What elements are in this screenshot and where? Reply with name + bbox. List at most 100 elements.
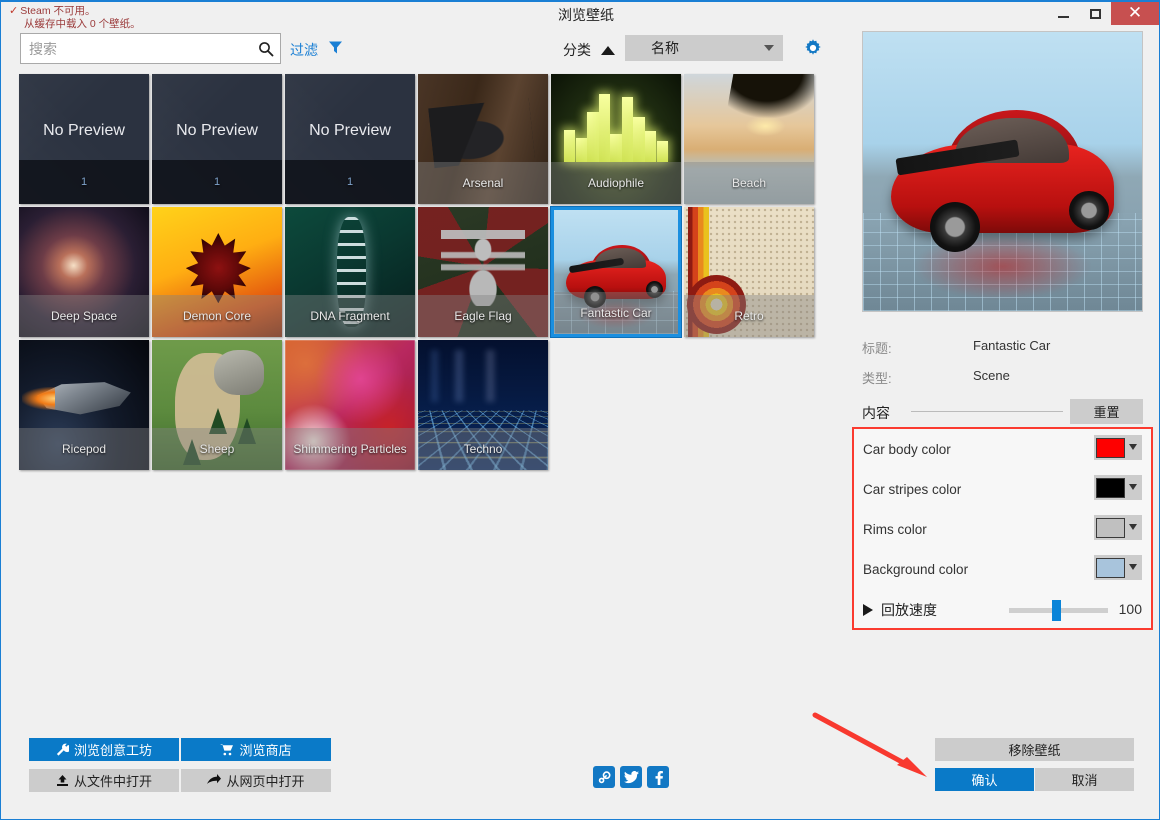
wallpaper-tile[interactable]: No Preview1	[285, 74, 415, 204]
wallpaper-tile[interactable]: Retro	[684, 207, 814, 337]
gear-icon[interactable]	[803, 38, 823, 63]
search-icon[interactable]	[252, 41, 280, 57]
tile-caption-band: Fantastic Car	[554, 292, 678, 334]
wallpaper-tile[interactable]: Techno	[418, 340, 548, 470]
twitter-icon[interactable]	[620, 766, 642, 788]
chevron-down-icon	[1129, 484, 1137, 490]
open-from-file-button[interactable]: 从文件中打开	[29, 769, 179, 792]
expand-triangle-icon[interactable]	[863, 604, 873, 616]
playback-speed-value: 100	[1119, 601, 1142, 617]
property-label: Background color	[863, 562, 968, 577]
open-from-file-label: 从文件中打开	[74, 771, 152, 790]
wallpaper-tile[interactable]: Ricepod	[19, 340, 149, 470]
color-picker-button[interactable]	[1094, 435, 1142, 460]
type-field-label: 类型:	[862, 368, 892, 387]
tile-caption-band: Beach	[684, 162, 814, 204]
tile-caption: Fantastic Car	[577, 306, 654, 320]
color-picker-button[interactable]	[1094, 475, 1142, 500]
social-links	[593, 766, 669, 788]
browse-store-label: 浏览商店	[239, 740, 291, 759]
properties-panel: Car body color Car stripes color Rims colo…	[852, 427, 1153, 630]
chevron-down-icon	[1129, 524, 1137, 530]
tile-caption: 1	[211, 176, 223, 188]
wallpaper-tile[interactable]: No Preview 1	[152, 74, 282, 204]
sort-field-dropdown[interactable]: 名称	[625, 35, 783, 61]
chevron-down-icon	[1129, 564, 1137, 570]
wallpaper-tile[interactable]: Fantastic Car	[551, 207, 681, 337]
wallpaper-tile[interactable]: Deep Space	[19, 207, 149, 337]
chevron-down-icon	[1129, 444, 1137, 450]
no-preview-text: No Preview	[19, 122, 149, 140]
minimize-button[interactable]	[1047, 2, 1079, 25]
wallpaper-tile[interactable]: Arsenal	[418, 74, 548, 204]
browse-workshop-label: 浏览创意工坊	[74, 740, 152, 759]
property-row: Car stripes color	[854, 469, 1151, 509]
tile-caption: Sheep	[197, 442, 238, 456]
close-button[interactable]: ✕	[1111, 2, 1159, 25]
no-preview-text: No Preview	[152, 122, 282, 140]
steam-icon[interactable]	[593, 766, 615, 788]
color-picker-button[interactable]	[1094, 555, 1142, 580]
color-swatch	[1096, 558, 1125, 578]
property-row: Car body color	[854, 429, 1151, 469]
tile-caption-band: Ricepod	[19, 428, 149, 470]
preview-artwork	[863, 32, 1142, 311]
tile-caption-band: Eagle Flag	[418, 295, 548, 337]
tile-caption: Techno	[461, 442, 506, 456]
search-box[interactable]	[20, 33, 281, 64]
wallpaper-tile[interactable]: No Preview1	[19, 74, 149, 204]
tile-caption: Beach	[729, 176, 769, 190]
steam-status-line1-prefix: Steam	[20, 5, 50, 17]
filter-funnel-icon[interactable]	[328, 40, 343, 60]
wallpaper-tile[interactable]: Demon Core	[152, 207, 282, 337]
wallpaper-tile[interactable]: Audiophile	[551, 74, 681, 204]
color-picker-button[interactable]	[1094, 515, 1142, 540]
tile-caption: Demon Core	[180, 309, 254, 323]
maximize-button[interactable]	[1079, 2, 1111, 25]
wallpaper-grid: No Preview1No Preview1No Preview1Arsenal…	[19, 74, 839, 474]
facebook-icon[interactable]	[647, 766, 669, 788]
playback-speed-label: 回放速度	[881, 600, 937, 620]
check-icon: ✓	[9, 5, 18, 17]
browse-workshop-button[interactable]: 浏览创意工坊	[29, 738, 179, 761]
wallpaper-tile[interactable]: Eagle Flag	[418, 207, 548, 337]
content-section-header: 内容	[862, 403, 890, 423]
section-divider	[911, 411, 1063, 412]
close-icon: ✕	[1128, 5, 1142, 22]
tile-caption: Ricepod	[59, 442, 109, 456]
wallpaper-tile[interactable]: Beach	[684, 74, 814, 204]
tile-caption-band: DNA Fragment	[285, 295, 415, 337]
property-label: Rims color	[863, 522, 927, 537]
playback-speed-slider-handle[interactable]	[1052, 600, 1061, 621]
upload-icon	[56, 774, 69, 787]
arrow-right-icon	[207, 774, 221, 787]
tile-caption-band: Shimmering Particles	[285, 428, 415, 470]
properties-list: Car body color Car stripes color Rims colo…	[854, 429, 1151, 589]
confirm-button[interactable]: 确认	[935, 768, 1034, 791]
remove-wallpaper-button[interactable]: 移除壁纸	[935, 738, 1134, 761]
tile-caption-band: Demon Core	[152, 295, 282, 337]
browse-store-button[interactable]: 浏览商店	[181, 738, 331, 761]
property-label: Car body color	[863, 442, 951, 457]
color-swatch	[1096, 438, 1125, 458]
filter-label[interactable]: 过滤	[290, 40, 318, 60]
wallpaper-tile[interactable]: Shimmering Particles	[285, 340, 415, 470]
minimize-icon	[1058, 16, 1069, 18]
search-input[interactable]	[21, 41, 252, 57]
playback-speed-row: 回放速度 100	[854, 589, 1151, 631]
steam-status-line1-suffix: 不可用。	[54, 5, 96, 17]
wallpaper-tile[interactable]: DNA Fragment	[285, 207, 415, 337]
cancel-button[interactable]: 取消	[1035, 768, 1134, 791]
reset-button[interactable]: 重置	[1070, 399, 1143, 424]
steam-status-message: ✓Steam 不可用。 从缓存中载入 0 个壁纸。	[9, 5, 141, 31]
wallpaper-tile[interactable]: Sheep	[152, 340, 282, 470]
open-from-web-button[interactable]: 从网页中打开	[181, 769, 331, 792]
tile-caption: Deep Space	[48, 309, 120, 323]
color-swatch	[1096, 518, 1125, 538]
cart-icon	[220, 743, 234, 756]
tile-caption-band: Deep Space	[19, 295, 149, 337]
title-field-label: 标题:	[862, 338, 892, 357]
sort-direction-asc-icon[interactable]	[601, 43, 615, 61]
type-field-value: Scene	[973, 368, 1010, 383]
property-row: Background color	[854, 549, 1151, 589]
